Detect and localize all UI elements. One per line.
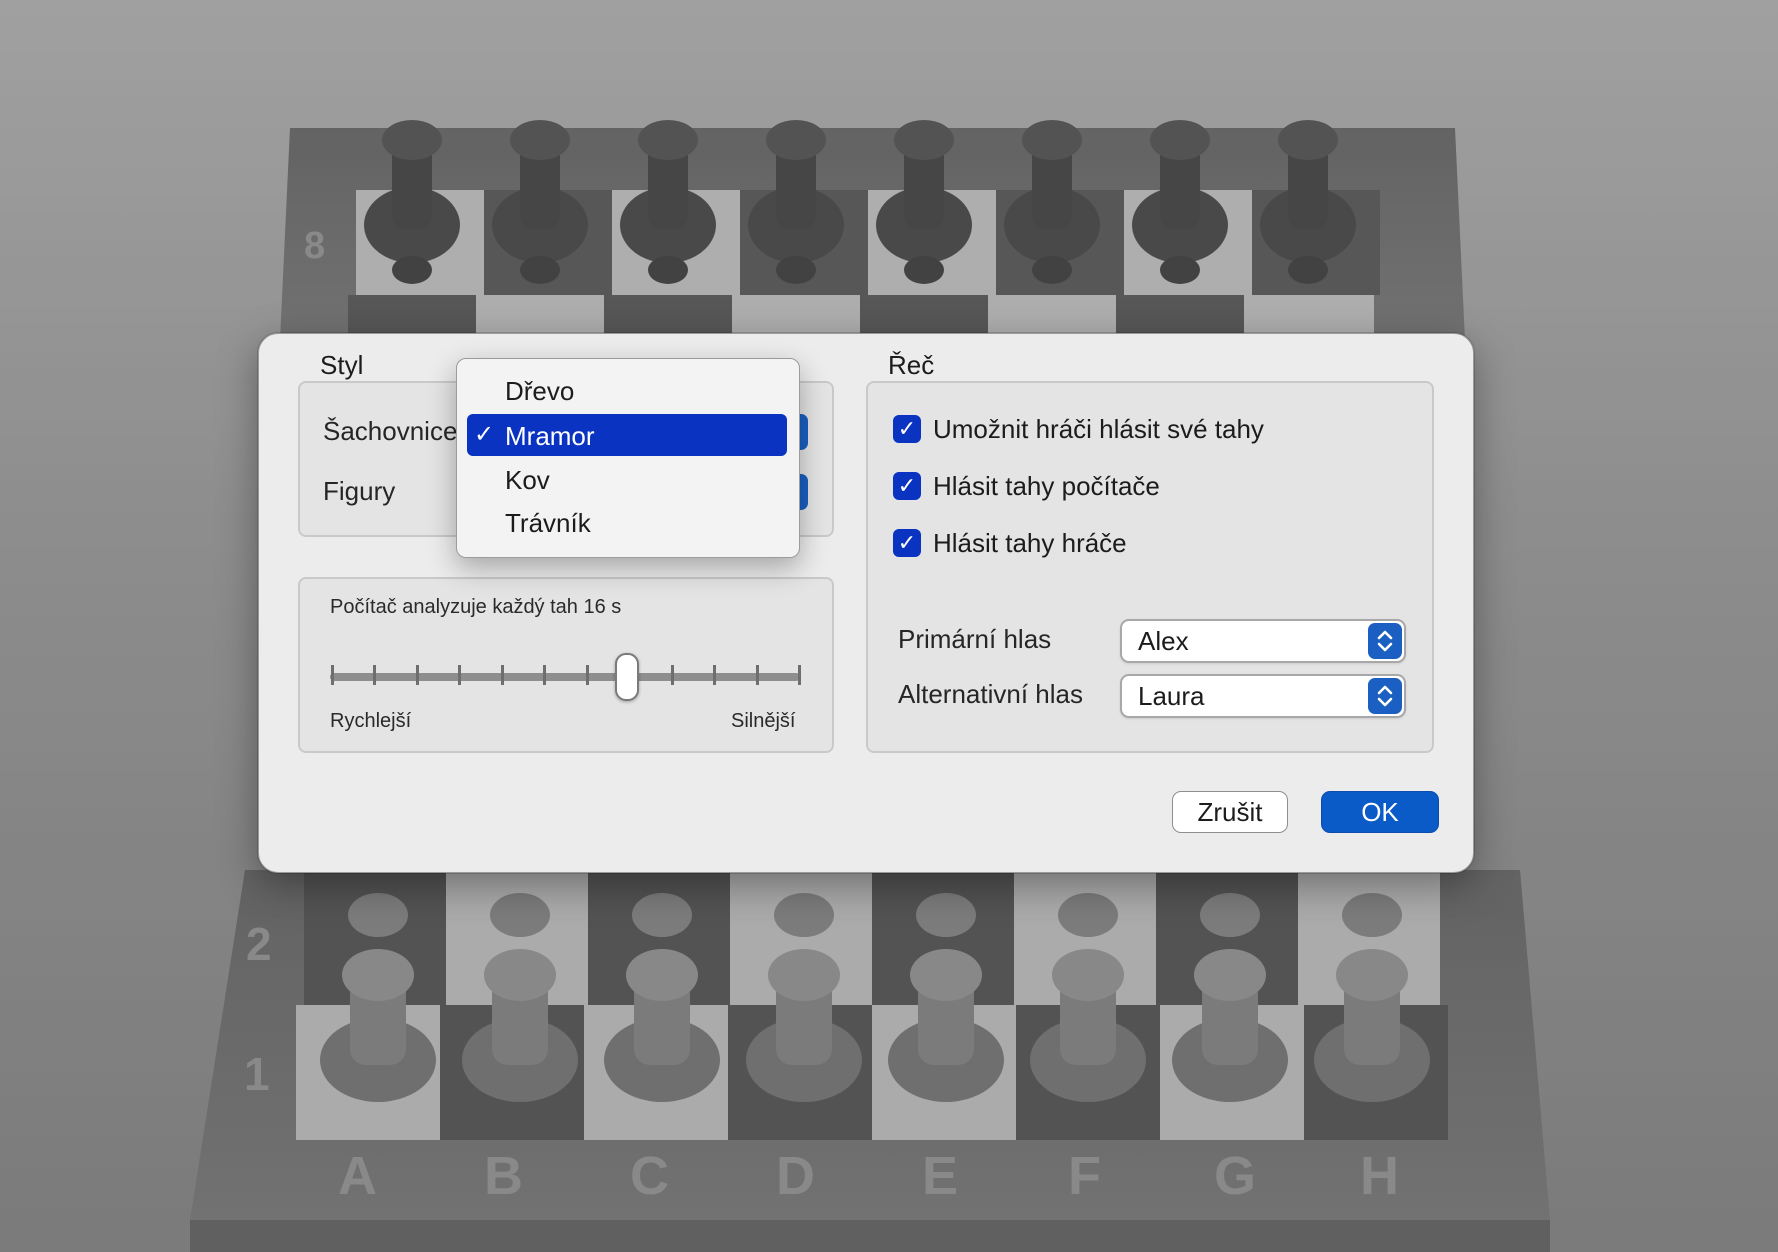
pieces-style-label: Figury [323,476,396,506]
strength-slider-track[interactable] [330,673,800,681]
board-style-menu: Dřevo ✓ Mramor Kov Trávník [456,358,800,558]
menu-item-label: Dřevo [505,376,575,406]
rank-label: 8 [304,225,325,267]
menu-item-drevo[interactable]: Dřevo [467,369,787,411]
primary-voice-select[interactable]: Alex [1120,619,1406,663]
file-label: A [338,1146,377,1206]
board-square [988,295,1118,335]
menu-item-travnik[interactable]: Trávník [467,501,787,543]
slider-tick [500,665,504,685]
slider-tick [373,665,377,685]
menu-item-label: Trávník [505,508,591,538]
checkbox-player-moves[interactable]: ✓ [893,529,921,557]
ok-button[interactable]: OK [1321,791,1439,833]
board-square [476,295,606,335]
slider-tick [585,665,589,685]
checkbox-player-announce[interactable]: ✓ [893,415,921,443]
slider-tick [543,665,547,685]
slider-tick [798,665,801,685]
primary-voice-value: Alex [1138,626,1189,656]
checkbox-label: Hlásit tahy počítače [933,471,1160,501]
file-label: F [1068,1146,1101,1206]
board-square [604,295,734,335]
alt-voice-value: Laura [1138,681,1205,711]
style-group-title: Styl [320,350,364,380]
file-label: H [1360,1146,1399,1206]
checkbox-label: Hlásit tahy hráče [933,528,1127,558]
slider-tick [713,665,717,685]
checkbox-computer-moves[interactable]: ✓ [893,472,921,500]
alt-voice-label: Alternativní hlas [898,679,1083,709]
alt-voice-select[interactable]: Laura [1120,674,1406,718]
board-square [860,295,990,335]
primary-voice-label: Primární hlas [898,624,1052,654]
file-label: G [1214,1146,1256,1206]
cancel-button[interactable]: Zrušit [1172,791,1288,833]
file-label: C [630,1146,669,1206]
menu-item-label: Kov [505,465,550,495]
slider-tick [670,665,674,685]
file-label: E [922,1146,958,1206]
slider-tick [415,665,419,685]
speech-group-title: Řeč [888,350,935,380]
file-label: D [776,1146,815,1206]
board-square [1116,295,1246,335]
board-square [732,295,862,335]
rank-label: 2 [246,918,272,970]
slider-tick [331,665,334,685]
slider-tick [755,665,759,685]
checkbox-label: Umožnit hráči hlásit své tahy [933,414,1264,444]
board-style-label: Šachovnice [323,416,458,446]
board-square [1244,295,1374,335]
stronger-label: Silnější [731,710,796,732]
file-label: B [484,1146,523,1206]
menu-item-mramor[interactable]: ✓ Mramor [467,414,787,456]
checkmark-icon: ✓ [474,421,495,448]
menu-item-label: Mramor [505,421,595,451]
board-square [348,295,478,335]
strength-slider-thumb[interactable] [615,653,640,701]
slider-tick [458,665,462,685]
rank-label: 1 [244,1048,270,1100]
stepper-arrows-icon [1368,623,1402,659]
faster-label: Rychlejší [330,710,412,732]
menu-item-kov[interactable]: Kov [467,458,787,500]
strength-caption: Počítač analyzuje každý tah 16 s [330,596,622,618]
stepper-arrows-icon [1368,678,1402,714]
